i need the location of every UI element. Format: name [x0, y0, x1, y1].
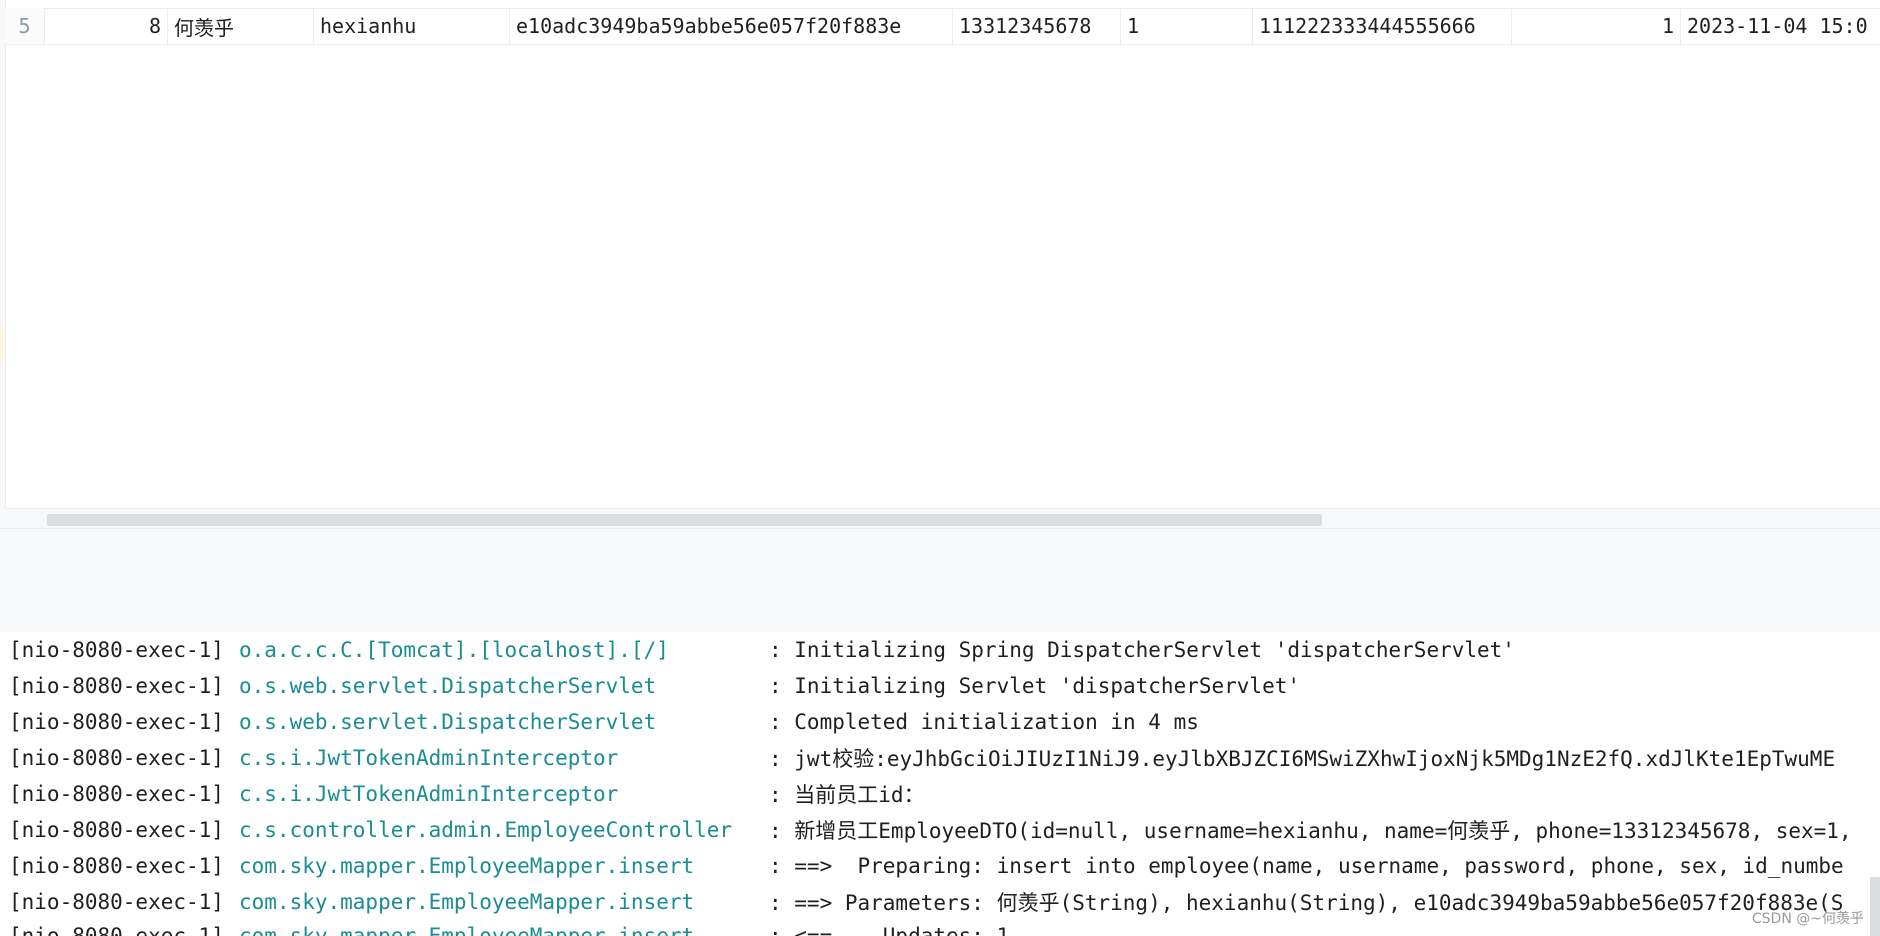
- grid-gutter: [0, 0, 6, 528]
- gutter-highlight: [0, 324, 4, 364]
- log-line: [nio-8080-exec-1] com.sky.mapper.Employee…: [9, 884, 1843, 920]
- password-cell[interactable]: e10adc3949ba59abbe56e057f20f883e: [510, 8, 953, 44]
- create-time-cell[interactable]: 2023-11-04 15:0: [1681, 8, 1880, 44]
- log-line: [nio-8080-exec-1] c.s.i.JwtTokenAdminInte…: [9, 740, 1835, 776]
- log-message: : jwt校验:eyJhbGciOiJIUzI1NiJ9.eyJlbXBJZCI…: [769, 747, 1836, 771]
- status-cell[interactable]: 1: [1512, 8, 1681, 44]
- log-line: [nio-8080-exec-1] o.s.web.servlet.Dispatc…: [9, 704, 1199, 740]
- data-grid: 5 8 何羡乎 hexianhu e10adc3949ba59abbe56e05…: [0, 0, 1880, 528]
- log-thread: [nio-8080-exec-1]: [9, 638, 224, 662]
- log-thread: [nio-8080-exec-1]: [9, 890, 224, 914]
- log-message: : Completed initialization in 4 ms: [769, 710, 1199, 734]
- log-line: [nio-8080-exec-1] c.s.i.JwtTokenAdminInte…: [9, 776, 925, 812]
- log-logger-link[interactable]: o.a.c.c.C.[Tomcat].[localhost].[/]: [239, 638, 769, 662]
- log-logger-link[interactable]: com.sky.mapper.EmployeeMapper.insert: [239, 854, 769, 878]
- log-line: [nio-8080-exec-1] com.sky.mapper.Employee…: [9, 848, 1844, 884]
- name-cell[interactable]: 何羡乎: [168, 8, 314, 44]
- log-line: [nio-8080-exec-1] o.a.c.c.C.[Tomcat].[loc…: [9, 632, 1515, 668]
- log-message: : Initializing Servlet 'dispatcherServle…: [769, 674, 1301, 698]
- log-message: : ==> Preparing: insert into employee(na…: [769, 854, 1844, 878]
- log-line: [nio-8080-exec-1] o.s.web.servlet.Dispatc…: [9, 668, 1300, 704]
- log-thread: [nio-8080-exec-1]: [9, 854, 224, 878]
- log-thread: [nio-8080-exec-1]: [9, 782, 224, 806]
- table-row[interactable]: 5 8 何羡乎 hexianhu e10adc3949ba59abbe56e05…: [5, 8, 1880, 45]
- log-logger-link[interactable]: com.sky.mapper.EmployeeMapper.insert: [239, 924, 769, 936]
- log-thread: [nio-8080-exec-1]: [9, 818, 224, 842]
- log-logger-link[interactable]: c.s.i.JwtTokenAdminInterceptor: [239, 782, 769, 806]
- log-message: : Initializing Spring DispatcherServlet …: [769, 638, 1515, 662]
- log-logger-link[interactable]: o.s.web.servlet.DispatcherServlet: [239, 710, 769, 734]
- log-message: : 新增员工EmployeeDTO(id=null, username=hexi…: [769, 819, 1852, 843]
- log-logger-link[interactable]: o.s.web.servlet.DispatcherServlet: [239, 674, 769, 698]
- panel-divider[interactable]: [0, 528, 1880, 634]
- run-console[interactable]: [nio-8080-exec-1] o.a.c.c.C.[Tomcat].[loc…: [0, 632, 1880, 936]
- log-line: [nio-8080-exec-1] c.s.controller.admin.Em…: [9, 812, 1852, 848]
- row-number-cell[interactable]: 5: [5, 8, 45, 44]
- log-logger-link[interactable]: c.s.controller.admin.EmployeeController: [239, 818, 769, 842]
- log-thread: [nio-8080-exec-1]: [9, 924, 224, 936]
- phone-cell[interactable]: 13312345678: [953, 8, 1121, 44]
- log-logger-link[interactable]: com.sky.mapper.EmployeeMapper.insert: [239, 890, 769, 914]
- log-thread: [nio-8080-exec-1]: [9, 746, 224, 770]
- id-number-cell[interactable]: 111222333444555666: [1253, 8, 1512, 44]
- log-thread: [nio-8080-exec-1]: [9, 710, 224, 734]
- watermark: CSDN @~何羡乎: [1751, 911, 1864, 927]
- console-vertical-scrollbar-thumb[interactable]: [1870, 877, 1880, 936]
- horizontal-scrollbar-thumb[interactable]: [47, 514, 1322, 526]
- id-cell[interactable]: 8: [45, 8, 168, 44]
- username-cell[interactable]: hexianhu: [314, 8, 510, 44]
- sex-cell[interactable]: 1: [1121, 8, 1253, 44]
- log-logger-link[interactable]: c.s.i.JwtTokenAdminInterceptor: [239, 746, 769, 770]
- log-thread: [nio-8080-exec-1]: [9, 674, 224, 698]
- log-message: : <== Updates: 1: [769, 924, 1010, 936]
- log-line: [nio-8080-exec-1] com.sky.mapper.Employee…: [9, 918, 1009, 936]
- ide-window: 5 8 何羡乎 hexianhu e10adc3949ba59abbe56e05…: [0, 0, 1880, 936]
- horizontal-scrollbar[interactable]: [5, 508, 1880, 528]
- log-message: : ==> Parameters: 何羡乎(String), hexianhu(…: [769, 891, 1844, 915]
- log-message: : 当前员工id：: [769, 783, 925, 807]
